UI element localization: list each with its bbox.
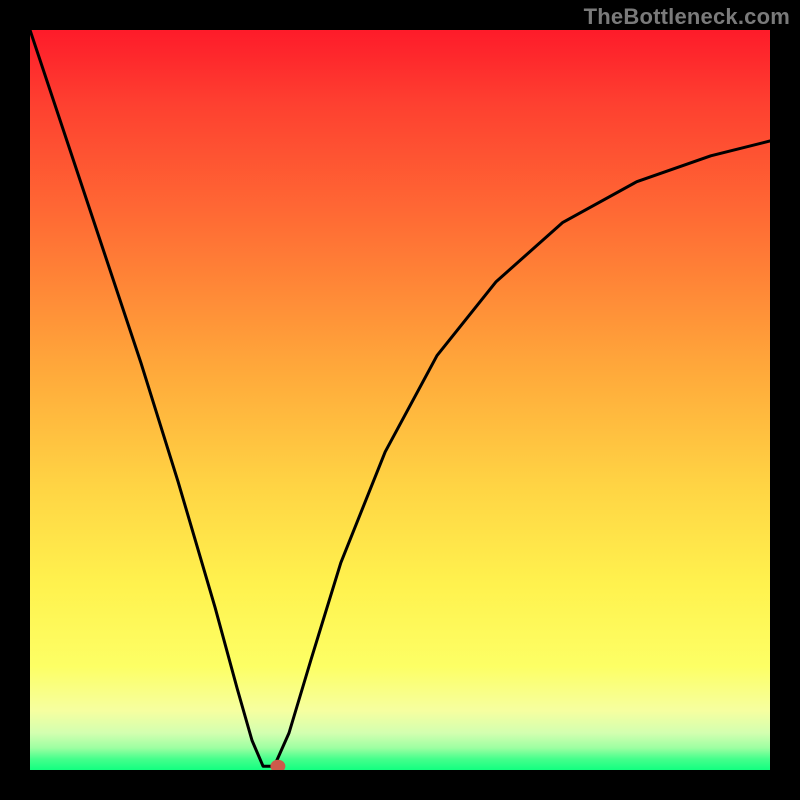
watermark-text: TheBottleneck.com: [584, 4, 790, 30]
bottleneck-curve: [30, 30, 770, 766]
chart-frame: TheBottleneck.com: [0, 0, 800, 800]
optimum-marker-dot: [271, 760, 285, 770]
plot-area: [30, 30, 770, 770]
curve-layer: [30, 30, 770, 770]
